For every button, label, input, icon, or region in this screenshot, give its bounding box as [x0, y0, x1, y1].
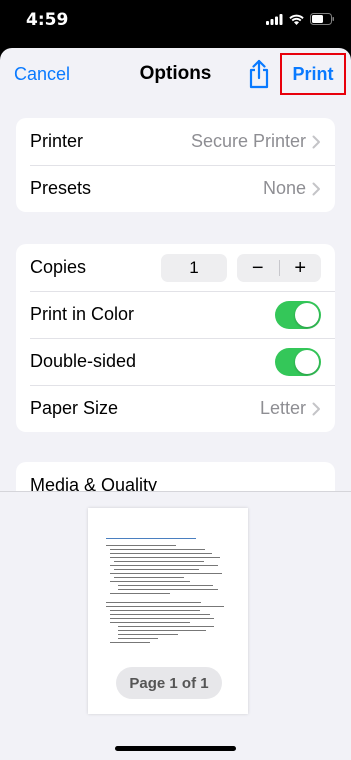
thumbnail-line — [118, 626, 214, 627]
battery-icon — [310, 13, 334, 25]
thumbnail-line — [110, 549, 205, 550]
share-button[interactable] — [247, 59, 271, 94]
thumbnail-line — [114, 577, 184, 578]
settings-group: Copies 1 − + Print in Color Double-sided… — [16, 244, 335, 432]
printer-label: Printer — [30, 131, 84, 151]
double-sided-row: Double-sided — [16, 338, 335, 385]
thumbnail-line — [110, 622, 190, 623]
printer-row[interactable]: Printer Secure Printer — [16, 118, 335, 165]
presets-value: None — [262, 178, 306, 198]
copies-field[interactable]: 1 — [161, 253, 227, 282]
page-indicator: Page 1 of 1 — [116, 667, 222, 699]
thumbnail-line — [114, 569, 199, 570]
status-icons — [266, 13, 335, 25]
thumbnail-line — [118, 589, 218, 590]
thumbnail-line — [110, 565, 218, 566]
paper-size-row[interactable]: Paper Size Letter — [16, 385, 335, 432]
share-icon — [249, 59, 269, 89]
presets-label: Presets — [30, 178, 92, 198]
thumbnail-line — [110, 553, 212, 554]
toggle-knob — [295, 302, 319, 327]
thumbnail-line — [110, 610, 200, 611]
thumbnail-line — [118, 585, 213, 586]
print-preview: Page 1 of 1 — [0, 491, 351, 760]
presets-row[interactable]: Presets None — [16, 165, 335, 212]
status-bar: 4:59 — [0, 0, 351, 48]
paper-size-value: Letter — [259, 398, 306, 418]
print-options-sheet: Cancel Options Print Printer Secure Prin… — [0, 48, 351, 760]
print-in-color-row: Print in Color — [16, 291, 335, 338]
thumbnail-line — [106, 538, 196, 539]
thumbnail-line — [118, 630, 206, 631]
thumbnail-line — [110, 614, 210, 615]
print-button[interactable]: Print — [280, 53, 346, 95]
paper-size-label: Paper Size — [30, 398, 119, 418]
nav-bar: Cancel Options Print — [0, 48, 351, 104]
thumbnail-line — [110, 573, 222, 574]
thumbnail-line — [106, 606, 224, 607]
toggle-knob — [295, 349, 319, 374]
chevron-right-icon — [312, 182, 320, 195]
thumbnail-line — [110, 642, 150, 643]
signal-icon — [266, 13, 283, 25]
decrement-button[interactable]: − — [237, 254, 279, 282]
printer-group: Printer Secure Printer Presets None — [16, 118, 335, 212]
chevron-right-icon — [312, 402, 320, 415]
thumbnail-line — [110, 593, 170, 594]
double-sided-toggle[interactable] — [275, 347, 321, 376]
thumbnail-line — [114, 561, 204, 562]
double-sided-label: Double-sided — [30, 351, 137, 371]
increment-button[interactable]: + — [280, 254, 322, 282]
status-time: 4:59 — [26, 10, 69, 30]
thumbnail-line — [106, 602, 201, 603]
thumbnail-line — [118, 634, 178, 635]
thumbnail-line — [106, 545, 176, 546]
thumbnail-line — [118, 638, 158, 639]
printer-value: Secure Printer — [190, 131, 306, 151]
print-in-color-toggle[interactable] — [275, 300, 321, 329]
wifi-icon — [289, 14, 304, 25]
thumbnail-line — [110, 581, 190, 582]
chevron-right-icon — [312, 135, 320, 148]
thumbnail-line — [110, 618, 214, 619]
home-indicator — [115, 746, 236, 751]
copies-row: Copies 1 − + — [16, 244, 335, 291]
print-in-color-label: Print in Color — [30, 304, 135, 324]
copies-stepper: − + — [237, 253, 322, 282]
copies-label: Copies — [30, 257, 87, 277]
thumbnail-line — [110, 557, 220, 558]
